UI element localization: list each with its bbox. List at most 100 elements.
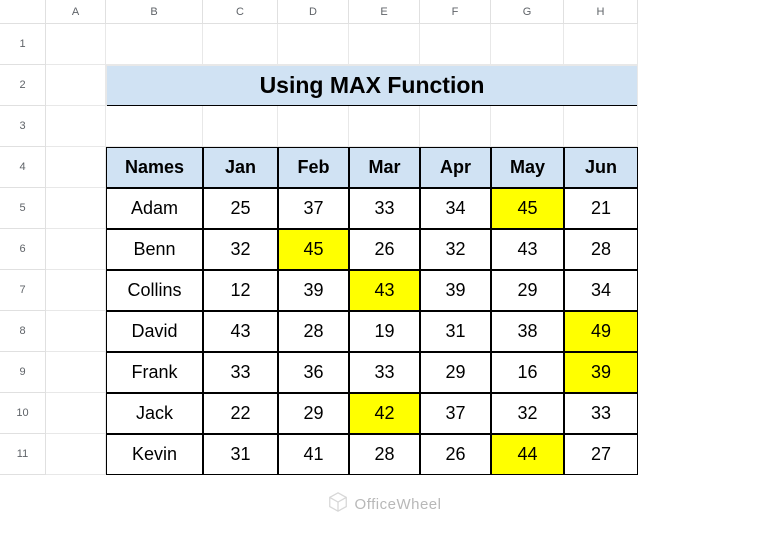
table-header-jan[interactable]: Jan [203, 147, 278, 188]
table-val-5-0[interactable]: 22 [203, 393, 278, 434]
cell-E3[interactable] [349, 106, 420, 147]
cell-A9[interactable] [46, 352, 106, 393]
cell-F3[interactable] [420, 106, 491, 147]
col-header-B[interactable]: B [106, 0, 203, 24]
table-val-2-3[interactable]: 39 [420, 270, 491, 311]
cell-G3[interactable] [491, 106, 564, 147]
table-val-6-4[interactable]: 44 [491, 434, 564, 475]
table-val-3-4[interactable]: 38 [491, 311, 564, 352]
table-val-3-5[interactable]: 49 [564, 311, 638, 352]
table-header-mar[interactable]: Mar [349, 147, 420, 188]
table-val-6-0[interactable]: 31 [203, 434, 278, 475]
table-val-5-5[interactable]: 33 [564, 393, 638, 434]
table-val-5-3[interactable]: 37 [420, 393, 491, 434]
table-val-0-1[interactable]: 37 [278, 188, 349, 229]
cell-A10[interactable] [46, 393, 106, 434]
table-val-2-4[interactable]: 29 [491, 270, 564, 311]
table-val-3-1[interactable]: 28 [278, 311, 349, 352]
spreadsheet-grid[interactable]: A B C D E F G H 1 2 Using MAX Function 3… [0, 0, 768, 475]
table-name-1[interactable]: Benn [106, 229, 203, 270]
table-val-6-5[interactable]: 27 [564, 434, 638, 475]
title-cell[interactable]: Using MAX Function [106, 65, 638, 106]
table-val-1-5[interactable]: 28 [564, 229, 638, 270]
table-val-1-0[interactable]: 32 [203, 229, 278, 270]
table-name-6[interactable]: Kevin [106, 434, 203, 475]
table-val-4-5[interactable]: 39 [564, 352, 638, 393]
row-header-9[interactable]: 9 [0, 352, 46, 393]
table-val-1-4[interactable]: 43 [491, 229, 564, 270]
table-val-0-0[interactable]: 25 [203, 188, 278, 229]
table-val-4-1[interactable]: 36 [278, 352, 349, 393]
cell-E1[interactable] [349, 24, 420, 65]
table-val-6-3[interactable]: 26 [420, 434, 491, 475]
table-val-1-1[interactable]: 45 [278, 229, 349, 270]
col-header-H[interactable]: H [564, 0, 638, 24]
table-val-0-4[interactable]: 45 [491, 188, 564, 229]
cell-F1[interactable] [420, 24, 491, 65]
table-val-1-2[interactable]: 26 [349, 229, 420, 270]
table-val-6-1[interactable]: 41 [278, 434, 349, 475]
row-header-2[interactable]: 2 [0, 65, 46, 106]
table-val-4-2[interactable]: 33 [349, 352, 420, 393]
table-val-5-1[interactable]: 29 [278, 393, 349, 434]
table-name-3[interactable]: David [106, 311, 203, 352]
table-name-4[interactable]: Frank [106, 352, 203, 393]
cell-A6[interactable] [46, 229, 106, 270]
select-all-corner[interactable] [0, 0, 46, 24]
cell-A7[interactable] [46, 270, 106, 311]
cell-B1[interactable] [106, 24, 203, 65]
row-header-8[interactable]: 8 [0, 311, 46, 352]
cell-A5[interactable] [46, 188, 106, 229]
table-val-4-3[interactable]: 29 [420, 352, 491, 393]
table-val-4-0[interactable]: 33 [203, 352, 278, 393]
col-header-F[interactable]: F [420, 0, 491, 24]
row-header-10[interactable]: 10 [0, 393, 46, 434]
table-val-2-1[interactable]: 39 [278, 270, 349, 311]
col-header-C[interactable]: C [203, 0, 278, 24]
row-header-1[interactable]: 1 [0, 24, 46, 65]
col-header-E[interactable]: E [349, 0, 420, 24]
table-header-names[interactable]: Names [106, 147, 203, 188]
cell-C3[interactable] [203, 106, 278, 147]
row-header-3[interactable]: 3 [0, 106, 46, 147]
table-name-5[interactable]: Jack [106, 393, 203, 434]
table-header-may[interactable]: May [491, 147, 564, 188]
table-val-2-0[interactable]: 12 [203, 270, 278, 311]
col-header-D[interactable]: D [278, 0, 349, 24]
table-val-0-5[interactable]: 21 [564, 188, 638, 229]
cell-A1[interactable] [46, 24, 106, 65]
table-val-1-3[interactable]: 32 [420, 229, 491, 270]
cell-B3[interactable] [106, 106, 203, 147]
table-val-3-0[interactable]: 43 [203, 311, 278, 352]
cell-A11[interactable] [46, 434, 106, 475]
table-val-2-5[interactable]: 34 [564, 270, 638, 311]
table-val-2-2[interactable]: 43 [349, 270, 420, 311]
row-header-6[interactable]: 6 [0, 229, 46, 270]
table-val-5-4[interactable]: 32 [491, 393, 564, 434]
cell-H3[interactable] [564, 106, 638, 147]
table-header-feb[interactable]: Feb [278, 147, 349, 188]
cell-H1[interactable] [564, 24, 638, 65]
table-val-3-3[interactable]: 31 [420, 311, 491, 352]
row-header-5[interactable]: 5 [0, 188, 46, 229]
cell-A2[interactable] [46, 65, 106, 106]
col-header-G[interactable]: G [491, 0, 564, 24]
cell-G1[interactable] [491, 24, 564, 65]
table-header-apr[interactable]: Apr [420, 147, 491, 188]
cell-C1[interactable] [203, 24, 278, 65]
table-val-4-4[interactable]: 16 [491, 352, 564, 393]
table-val-5-2[interactable]: 42 [349, 393, 420, 434]
row-header-4[interactable]: 4 [0, 147, 46, 188]
cell-A4[interactable] [46, 147, 106, 188]
row-header-11[interactable]: 11 [0, 434, 46, 475]
col-header-A[interactable]: A [46, 0, 106, 24]
table-header-jun[interactable]: Jun [564, 147, 638, 188]
table-val-0-3[interactable]: 34 [420, 188, 491, 229]
cell-A8[interactable] [46, 311, 106, 352]
cell-A3[interactable] [46, 106, 106, 147]
table-val-0-2[interactable]: 33 [349, 188, 420, 229]
row-header-7[interactable]: 7 [0, 270, 46, 311]
table-name-2[interactable]: Collins [106, 270, 203, 311]
table-val-6-2[interactable]: 28 [349, 434, 420, 475]
table-name-0[interactable]: Adam [106, 188, 203, 229]
